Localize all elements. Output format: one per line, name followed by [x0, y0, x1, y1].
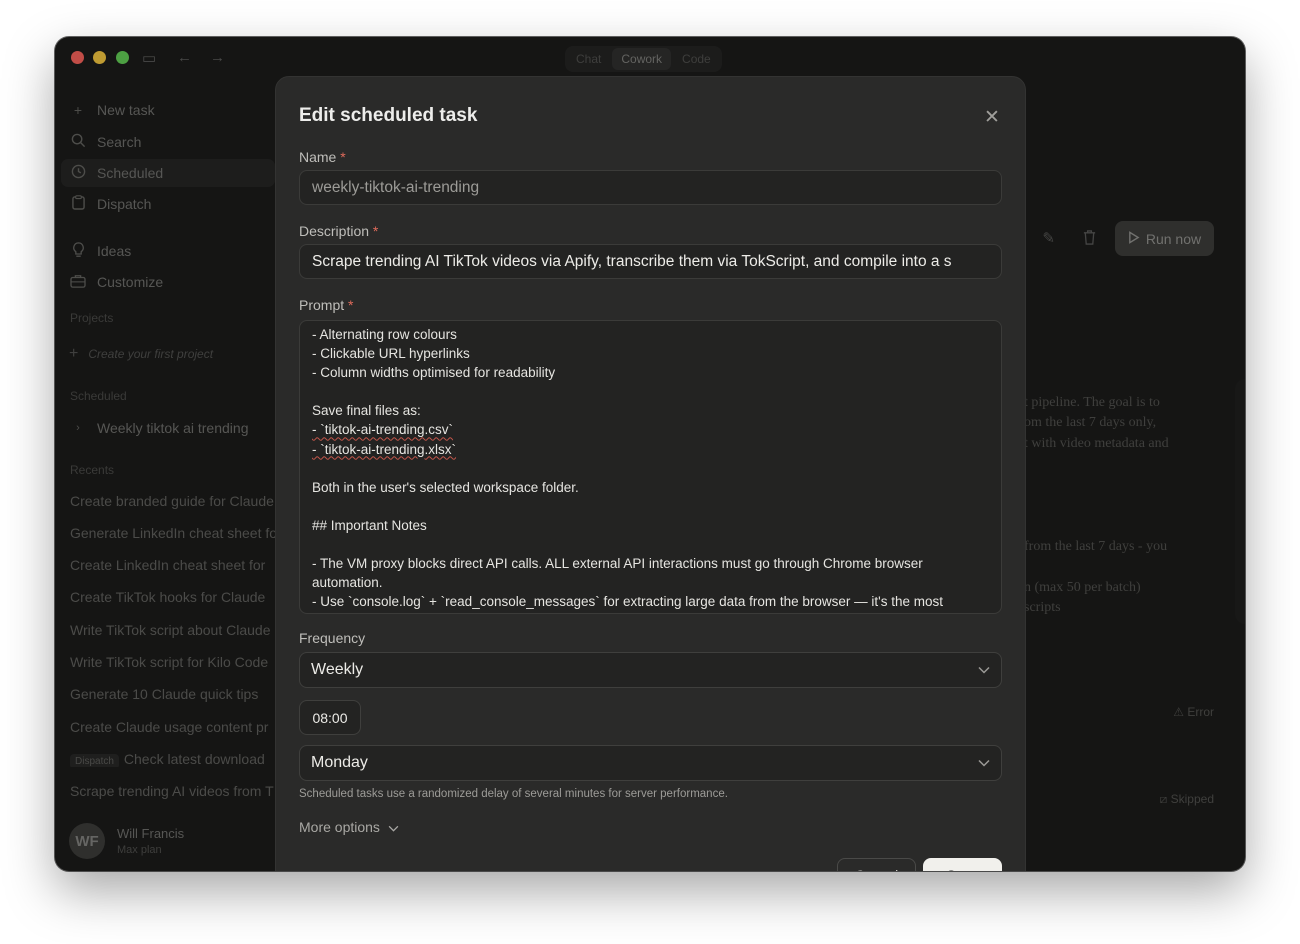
chevron-down-icon [978, 756, 990, 770]
edit-scheduled-task-dialog: Edit scheduled task ✕ Name * Description… [275, 76, 1026, 871]
more-options-label: More options [299, 819, 380, 835]
prompt-line: - Use `console.log` + `read_console_mess… [312, 594, 943, 610]
cancel-button[interactable]: Cancel [837, 858, 916, 871]
description-label: Description * [299, 223, 378, 239]
prompt-label: Prompt * [299, 297, 353, 313]
prompt-label-text: Prompt [299, 297, 345, 313]
frequency-label: Frequency [299, 630, 366, 646]
frequency-value: Weekly [311, 661, 364, 678]
frequency-select[interactable]: Weekly [299, 652, 1002, 688]
prompt-line: - `tiktok-ai-trending.csv` [312, 422, 454, 438]
description-field[interactable] [299, 244, 1002, 279]
prompt-line: Both in the user's selected workspace fo… [312, 479, 579, 495]
required-marker: * [348, 297, 354, 313]
app-window: ▭ ← → Chat Cowork Code + New task Search… [55, 37, 1245, 871]
schedule-hint: Scheduled tasks use a randomized delay o… [299, 788, 728, 800]
name-label-text: Name [299, 149, 337, 165]
prompt-line: - Clickable URL hyperlinks [312, 346, 470, 362]
prompt-line: Save final files as: [312, 403, 421, 419]
name-field[interactable] [299, 170, 1002, 205]
required-marker: * [372, 223, 379, 239]
prompt-line: automation. [312, 575, 383, 591]
chevron-down-icon [978, 663, 990, 677]
prompt-line: - The VM proxy blocks direct API calls. … [312, 556, 923, 572]
description-label-text: Description [299, 223, 370, 239]
time-input[interactable]: 08:00 [299, 700, 361, 735]
chevron-down-icon [388, 819, 399, 835]
day-value: Monday [311, 754, 368, 771]
more-options-toggle[interactable]: More options [299, 819, 399, 835]
prompt-line [312, 382, 989, 401]
prompt-line [312, 497, 989, 516]
close-icon[interactable]: ✕ [984, 106, 1000, 129]
prompt-textarea[interactable]: - Alternating row colours - Clickable UR… [299, 320, 1002, 614]
dialog-title: Edit scheduled task [299, 105, 478, 126]
prompt-line [312, 535, 989, 554]
prompt-line: - Alternating row colours [312, 327, 457, 342]
name-label: Name * [299, 149, 346, 165]
day-select[interactable]: Monday [299, 745, 1002, 781]
required-marker: * [340, 149, 346, 165]
prompt-line: - Column widths optimised for readabilit… [312, 365, 556, 381]
save-button[interactable]: Save [923, 858, 1002, 871]
prompt-line: ## Important Notes [312, 517, 427, 533]
prompt-line: - `tiktok-ai-trending.xlsx` [312, 441, 457, 457]
prompt-line [312, 459, 989, 478]
